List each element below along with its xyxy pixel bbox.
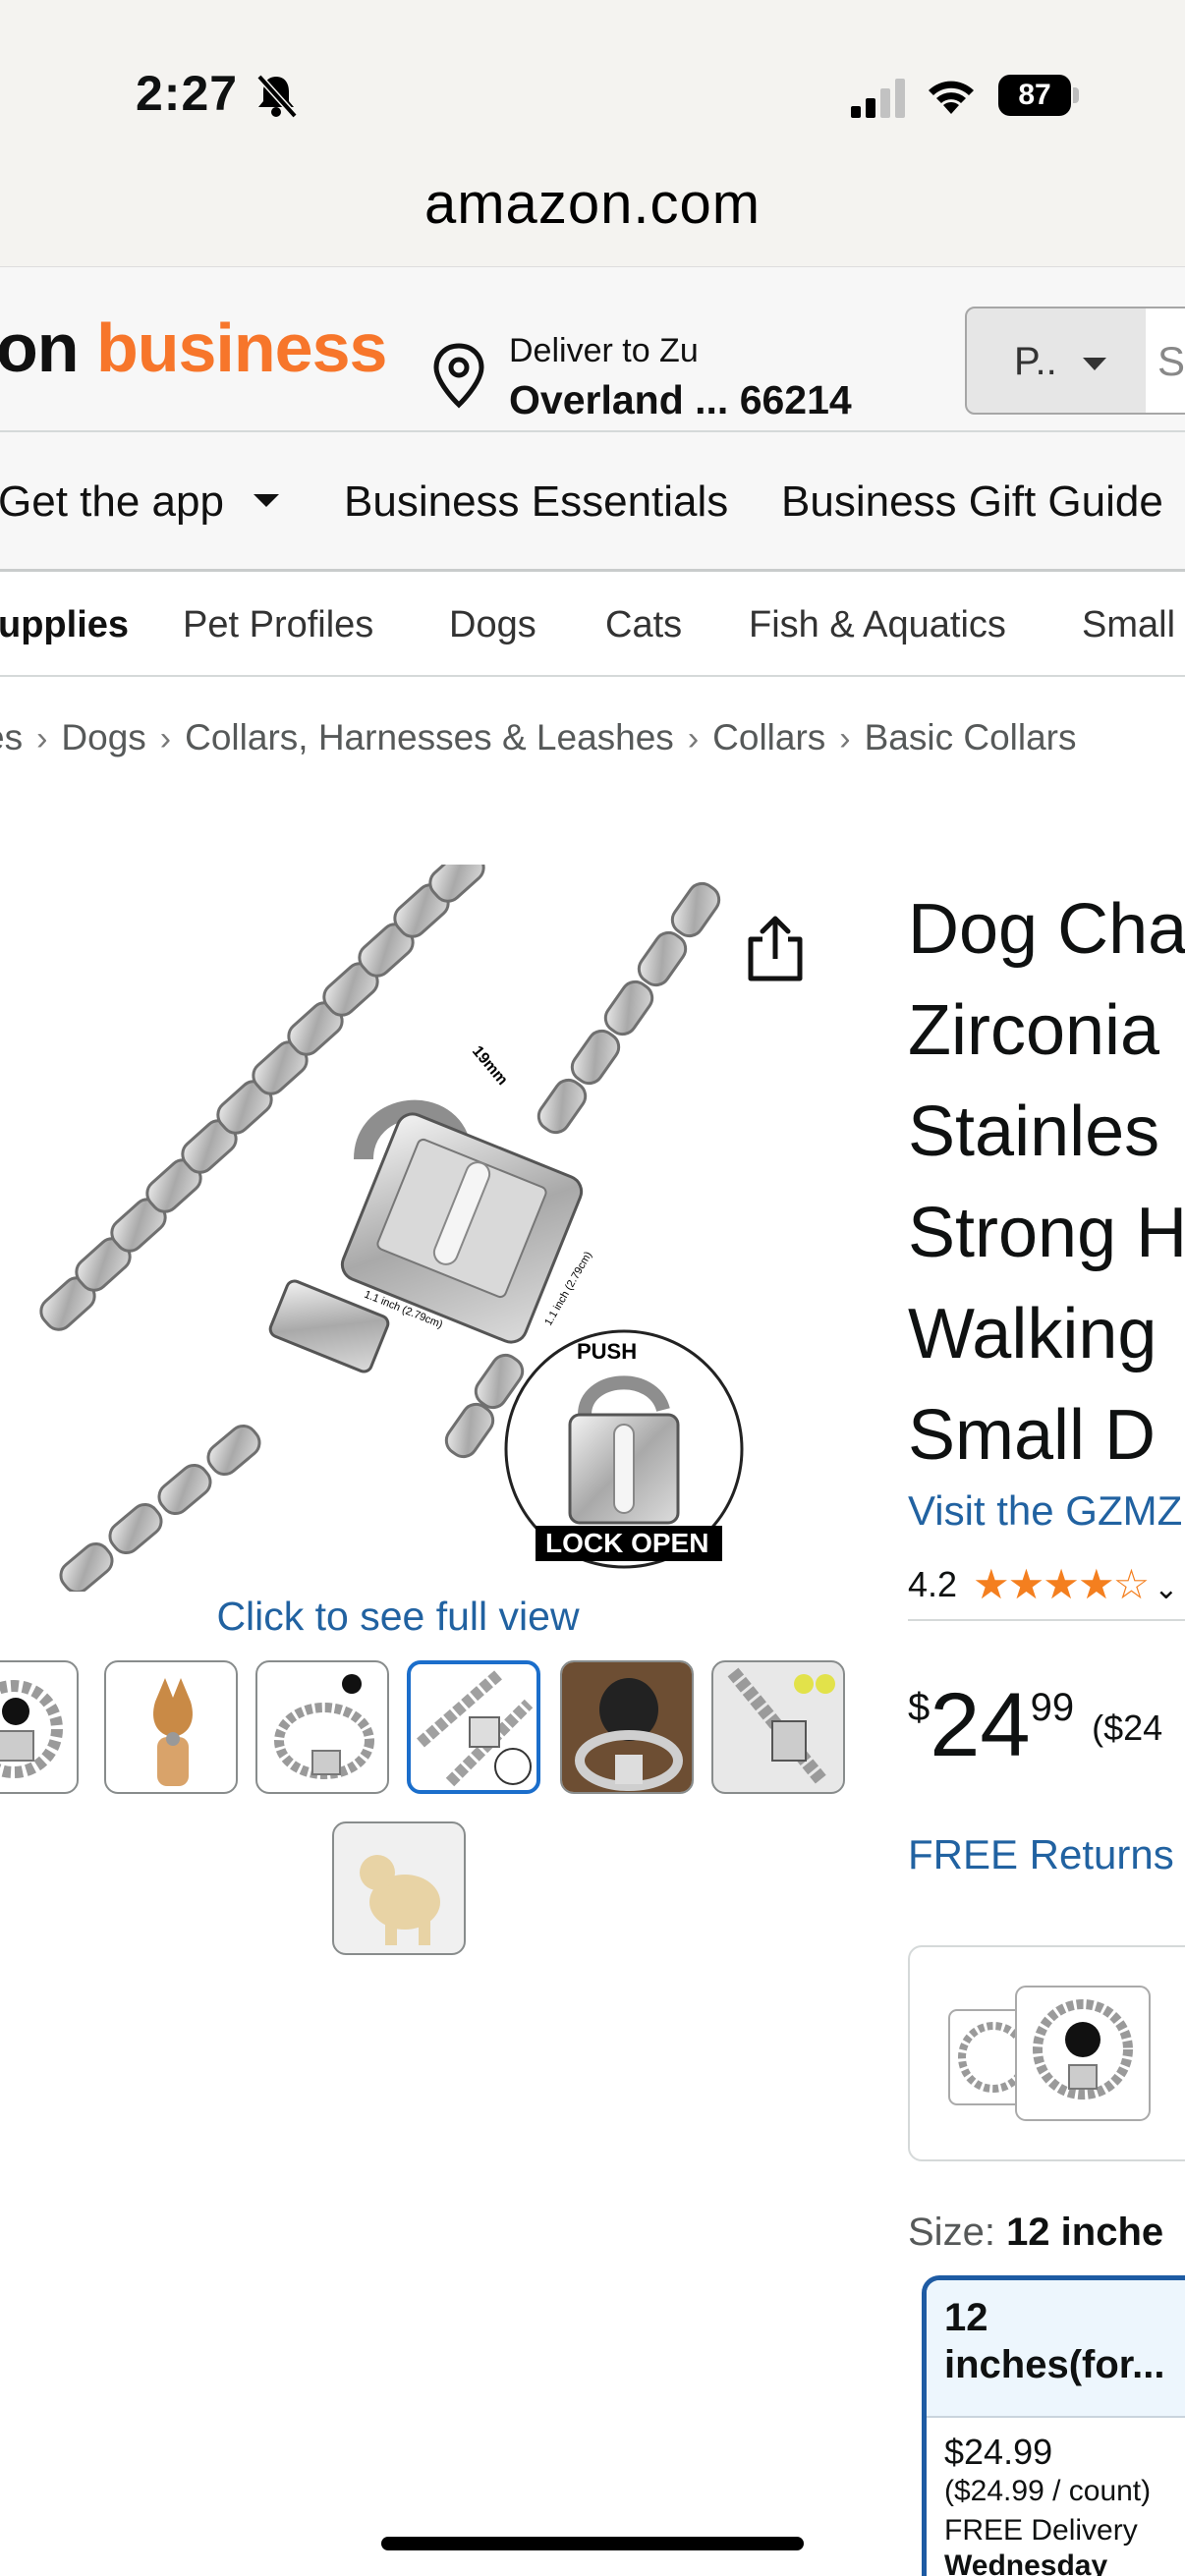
thumbnail[interactable]: [104, 1660, 238, 1794]
location-pin-icon[interactable]: [430, 342, 487, 411]
thumbnail[interactable]: [560, 1660, 694, 1794]
deliver-to-label[interactable]: Deliver to Zu: [509, 332, 699, 370]
nav-cats[interactable]: Cats: [605, 604, 682, 646]
size-option-selected[interactable]: 12 inches(for... $24.99 ($24.99 / count)…: [922, 2275, 1185, 2576]
status-time: 2:27: [136, 66, 239, 121]
size-option-delivery: FREE Delivery: [944, 2514, 1138, 2547]
nav-pet-profiles[interactable]: Pet Profiles: [183, 604, 373, 646]
chevron-right-icon: ›: [687, 720, 700, 757]
style-variant-card[interactable]: [908, 1945, 1185, 2161]
thumbnail[interactable]: [332, 1821, 466, 1955]
nav-fish-aquatics[interactable]: Fish & Aquatics: [749, 604, 1006, 646]
thumbnail[interactable]: [711, 1660, 845, 1794]
rating-value[interactable]: 4.2: [908, 1564, 957, 1605]
bell-off-icon: [256, 74, 298, 119]
search-input[interactable]: S: [1146, 307, 1185, 415]
battery-icon: 87: [998, 75, 1081, 116]
chevron-down-icon: ⌄: [1154, 1573, 1178, 1605]
deliver-to-location[interactable]: Overland ... 66214: [509, 377, 852, 423]
chain-collar-lock-illustration: 19mm 1.1 inch (2.79cm) 1.1 inch (2.79cm)…: [39, 865, 744, 1592]
site-header: on business Deliver to Zu Overland ... 6…: [0, 267, 1185, 432]
chevron-right-icon: ›: [36, 720, 48, 757]
chevron-right-icon: ›: [839, 720, 851, 757]
chevron-down-icon: [253, 493, 279, 507]
breadcrumb-item[interactable]: Collars, Harnesses & Leashes: [185, 717, 674, 757]
size-option-name: 12 inches(for...: [944, 2296, 1165, 2386]
dimension-label: 19mm: [469, 1043, 511, 1089]
search-category-label: P..: [1014, 340, 1057, 383]
nav-get-the-app[interactable]: Get the app: [0, 477, 279, 527]
url-text[interactable]: amazon.com: [0, 171, 1185, 237]
breadcrumb-item[interactable]: Basic Collars: [865, 717, 1077, 757]
breadcrumb-item[interactable]: Collars: [712, 717, 825, 757]
full-view-link[interactable]: Click to see full view: [0, 1594, 796, 1640]
nav-pet-supplies[interactable]: upplies: [0, 604, 129, 646]
thumbnail-strip: [0, 1660, 865, 1975]
main-product-image[interactable]: 19mm 1.1 inch (2.79cm) 1.1 inch (2.79cm)…: [39, 865, 757, 1592]
size-label: Size: 12 inche: [908, 2211, 1164, 2254]
size-option-unit-price: ($24.99 / count): [944, 2475, 1152, 2507]
nav-business-essentials[interactable]: Business Essentials: [344, 477, 728, 527]
size-option-delivery-day: Wednesday: [944, 2549, 1108, 2576]
price: $2499 ($24: [908, 1675, 1163, 1775]
size-option-price: $24.99: [944, 2432, 1053, 2472]
nav-small-animals[interactable]: Small: [1082, 604, 1175, 646]
free-returns-link[interactable]: FREE Returns: [908, 1831, 1174, 1878]
search-category-dropdown[interactable]: P..: [965, 307, 1148, 415]
thumbnail[interactable]: [255, 1660, 389, 1794]
nav-business-gift-guide[interactable]: Business Gift Guide: [781, 477, 1163, 527]
status-bar: 2:27 87: [0, 0, 1185, 147]
battery-level: 87: [998, 75, 1071, 116]
chevron-down-icon: [1083, 358, 1106, 370]
wifi-icon: [929, 81, 974, 114]
nav-dogs[interactable]: Dogs: [449, 604, 536, 646]
cell-signal-icon: [851, 79, 905, 118]
category-nav: upplies Pet Profiles Dogs Cats Fish & Aq…: [0, 575, 1185, 677]
chevron-right-icon: ›: [159, 720, 172, 757]
push-label: PUSH: [577, 1339, 637, 1364]
primary-nav: Get the app Business Essentials Business…: [0, 432, 1185, 572]
share-icon[interactable]: [743, 914, 808, 984]
star-rating-icon[interactable]: ★★★★☆ ⌄: [973, 1560, 1178, 1608]
breadcrumb: es › Dogs › Collars, Harnesses & Leashes › Col…: [0, 717, 1077, 758]
amazon-business-logo[interactable]: on business: [0, 308, 387, 387]
divider: [908, 1619, 1185, 1621]
home-indicator[interactable]: [381, 2537, 804, 2550]
thumbnail-selected[interactable]: [407, 1660, 540, 1794]
thumbnail[interactable]: [0, 1660, 79, 1794]
store-link[interactable]: Visit the GZMZ: [908, 1487, 1182, 1535]
address-bar[interactable]: amazon.com: [0, 147, 1185, 267]
breadcrumb-item[interactable]: Dogs: [61, 717, 145, 757]
breadcrumb-item[interactable]: es: [0, 717, 23, 757]
lock-open-label: LOCK OPEN: [545, 1528, 708, 1558]
product-title: Dog Cha Zirconia Stainles Strong H Walki…: [908, 890, 1185, 1475]
